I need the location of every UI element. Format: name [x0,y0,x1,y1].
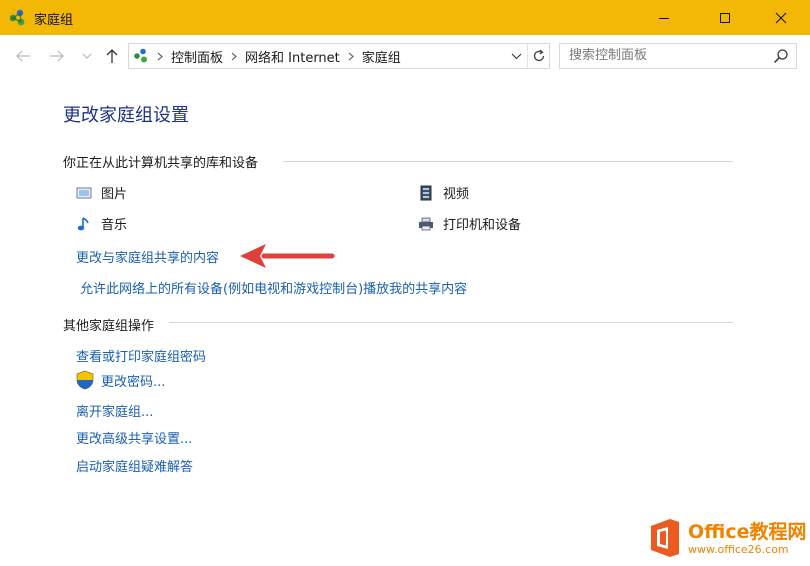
forward-button[interactable] [46,45,68,67]
advanced-sharing-settings-link[interactable]: 更改高级共享设置... [76,428,192,447]
change-password-link[interactable]: 更改密码... [76,370,165,390]
page-title: 更改家庭组设置 [63,105,189,126]
arrow-right-icon [50,50,64,62]
up-button[interactable] [101,45,123,67]
chevron-down-icon [511,53,521,59]
homegroup-app-icon [9,9,25,26]
breadcrumb-network-internet[interactable]: 网络和 Internet [245,47,340,66]
allow-devices-stream-link[interactable]: 允许此网络上的所有设备(例如电视和游戏控制台)播放我的共享内容 [80,278,467,297]
breadcrumb-control-panel[interactable]: 控制面板 [171,47,223,66]
arrow-up-icon [106,49,118,63]
recent-locations-button[interactable] [80,45,94,67]
sharing-section-heading: 你正在从此计算机共享的库和设备 [63,156,259,171]
view-print-password-link[interactable]: 查看或打印家庭组密码 [76,346,206,365]
change-shared-content-link[interactable]: 更改与家庭组共享的内容 [76,247,219,266]
search-icon[interactable] [773,48,789,64]
maximize-button[interactable] [702,0,748,35]
shared-item-label: 视频 [443,187,470,202]
shared-item-videos: 视频 [418,183,469,202]
maximize-icon [720,12,730,23]
shared-item-printers: 打印机和设备 [418,214,521,233]
title-bar: 家庭组 [0,0,810,35]
refresh-icon [533,49,545,62]
change-password-label[interactable]: 更改密码... [101,371,165,390]
homegroup-window: 家庭组 控制面板 网络和 Internet 家庭组 搜索控制面板 更改家庭组设置… [0,0,810,566]
search-box [559,43,797,69]
shared-item-pictures: 图片 [76,183,127,202]
window-title: 家庭组 [34,13,74,28]
shared-item-music: 音乐 [76,214,127,233]
music-icon [77,216,89,230]
close-icon [775,12,787,23]
search-input[interactable] [560,44,769,66]
homegroup-troubleshooter-link[interactable]: 启动家庭组疑难解答 [76,456,193,475]
watermark-name: Office教程网 [688,521,807,543]
breadcrumb-chevron-icon[interactable] [157,52,163,61]
shared-item-label: 图片 [101,187,128,202]
watermark: Office教程网 www.office26.com [648,515,808,563]
annotation-arrow [240,244,335,268]
other-actions-section-heading: 其他家庭组操作 [63,319,155,334]
breadcrumb-chevron-icon[interactable] [348,52,354,61]
pictures-icon [76,187,92,198]
content-pane: 更改家庭组设置 你正在从此计算机共享的库和设备 图片 视频 音乐 打印机和设备 … [0,77,810,566]
breadcrumb: 控制面板 网络和 Internet 家庭组 [155,44,401,68]
breadcrumb-chevron-icon[interactable] [231,52,237,61]
back-button[interactable] [12,45,34,67]
shared-item-label: 打印机和设备 [443,218,522,233]
chevron-down-icon [82,53,92,59]
address-history-dropdown[interactable] [506,44,526,68]
uac-shield-icon [76,370,94,390]
minimize-icon [659,17,669,19]
close-button[interactable] [758,0,804,35]
leave-homegroup-link[interactable]: 离开家庭组... [76,401,153,420]
videos-icon [420,185,432,200]
section-divider [283,161,733,162]
refresh-button[interactable] [527,44,550,68]
printer-icon [419,217,433,230]
arrow-left-icon [16,50,30,62]
section-divider [169,322,733,323]
breadcrumb-homegroup[interactable]: 家庭组 [362,47,401,66]
office-logo-icon [651,519,679,557]
control-panel-icon [134,48,147,63]
minimize-button[interactable] [641,0,687,35]
shared-item-label: 音乐 [101,218,128,233]
watermark-url: www.office26.com [688,543,789,556]
navigation-bar: 控制面板 网络和 Internet 家庭组 [0,35,810,77]
address-bar[interactable]: 控制面板 网络和 Internet 家庭组 [128,43,550,69]
